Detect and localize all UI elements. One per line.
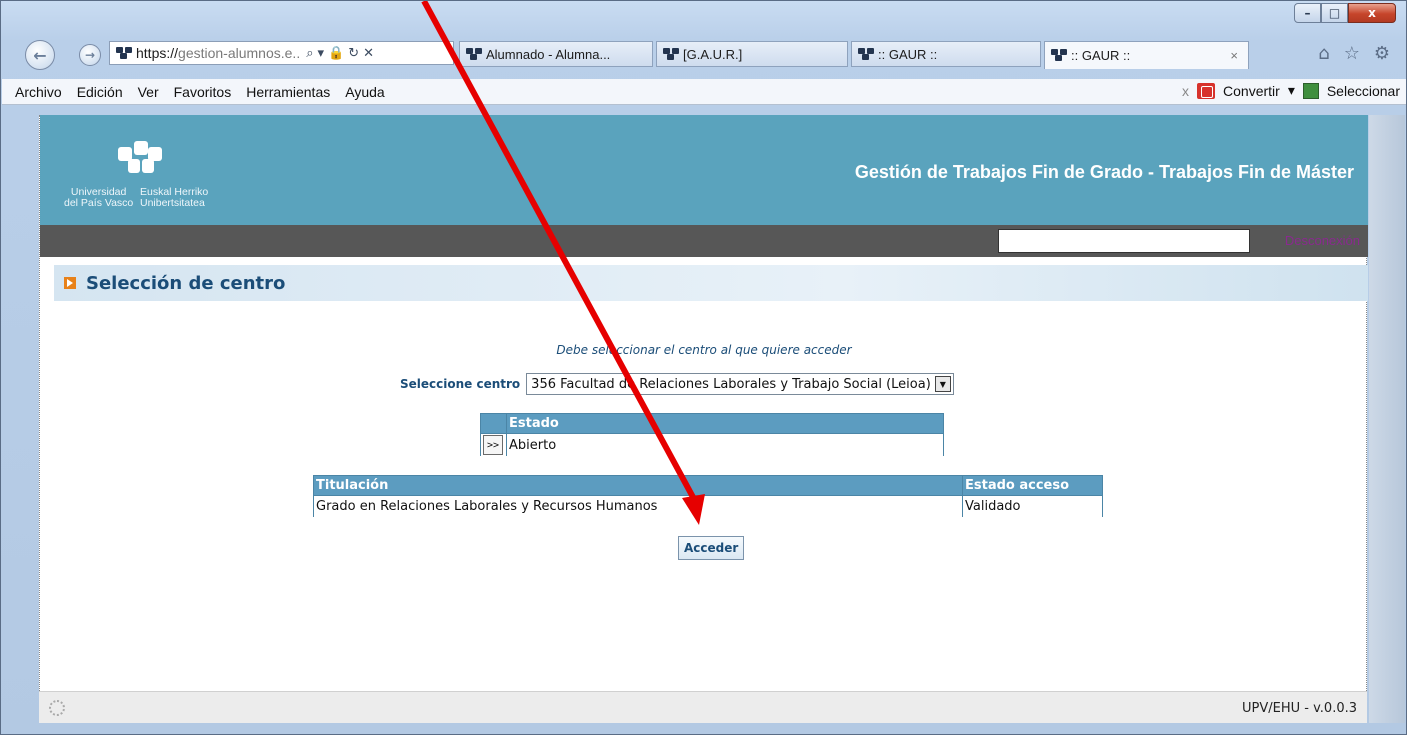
state-select-header bbox=[480, 413, 507, 434]
site-favicon-icon bbox=[116, 46, 133, 60]
window-controls: – □ x bbox=[1294, 3, 1396, 23]
address-scheme: https:// bbox=[136, 45, 179, 61]
tab-favicon-icon bbox=[663, 47, 680, 61]
menu-bar: Archivo Edición Ver Favoritos Herramient… bbox=[2, 79, 1406, 105]
tab-favicon-icon bbox=[466, 47, 483, 61]
tab-favicon-icon bbox=[1051, 49, 1068, 62]
back-arrow-icon: ← bbox=[33, 45, 47, 65]
estado-acceso-value: Validado bbox=[962, 495, 1103, 517]
tab-label: Alumnado - Alumna... bbox=[486, 46, 611, 62]
tab-gaur-brackets[interactable]: [G.A.U.R.] bbox=[656, 41, 848, 67]
back-button[interactable]: ← bbox=[25, 40, 55, 70]
maximize-button[interactable]: □ bbox=[1321, 3, 1348, 23]
menu-right-tools: x Convertir ▾ Seleccionar bbox=[1182, 82, 1400, 99]
tab-favicon-icon bbox=[858, 47, 875, 61]
section-arrow-icon bbox=[64, 277, 76, 289]
university-name-es: Universidad del País Vasco bbox=[64, 186, 134, 209]
browser-window: – □ x ← → https://gestion-alumnos.e.. ⌕▾… bbox=[0, 0, 1407, 735]
menu-edicion[interactable]: Edición bbox=[77, 84, 123, 100]
tab-label: :: GAUR :: bbox=[878, 46, 938, 62]
window-side-area bbox=[1369, 115, 1405, 723]
page-title: Gestión de Trabajos Fin de Grado - Traba… bbox=[854, 162, 1354, 182]
titulacion-header: Titulación bbox=[313, 475, 963, 496]
address-tools-icon[interactable]: ⌕▾🔒↻✕ bbox=[306, 46, 378, 61]
logout-link[interactable]: Desconexión bbox=[1285, 233, 1360, 248]
site-banner: Universidad del País Vasco Euskal Herrik… bbox=[40, 115, 1368, 225]
favorites-star-icon[interactable]: ☆ bbox=[1344, 43, 1360, 64]
tab-gaur-1[interactable]: :: GAUR :: bbox=[851, 41, 1041, 67]
menu-ayuda[interactable]: Ayuda bbox=[345, 84, 384, 100]
acceder-button[interactable]: Acceder bbox=[678, 536, 745, 560]
settings-gear-icon[interactable]: ⚙ bbox=[1374, 43, 1390, 64]
minimize-button[interactable]: – bbox=[1294, 3, 1321, 23]
user-name-field bbox=[998, 229, 1250, 253]
center-select[interactable]: 356 Facultad de Relaciones Laborales y T… bbox=[526, 373, 954, 395]
instruction-text: Debe seleccionar el centro al que quiere… bbox=[556, 343, 852, 357]
state-value: Abierto bbox=[506, 433, 944, 456]
chevron-down-icon[interactable]: ▾ bbox=[1288, 82, 1295, 99]
pdf-convert-icon bbox=[1197, 82, 1216, 99]
menu-archivo[interactable]: Archivo bbox=[15, 84, 62, 100]
state-header: Estado bbox=[506, 413, 944, 434]
close-toolbar-icon[interactable]: x bbox=[1182, 83, 1189, 99]
table-row: >> Abierto bbox=[480, 433, 944, 456]
tab-label: [G.A.U.R.] bbox=[683, 46, 743, 62]
select-button[interactable]: Seleccionar bbox=[1327, 83, 1400, 99]
university-name-eu: Euskal Herriko Unibertsitatea bbox=[140, 186, 209, 209]
section-title: Selección de centro bbox=[86, 272, 286, 294]
menu-herramientas[interactable]: Herramientas bbox=[246, 84, 330, 100]
home-icon[interactable]: ⌂ bbox=[1318, 43, 1329, 64]
tab-alumnado[interactable]: Alumnado - Alumna... bbox=[459, 41, 653, 67]
upv-ehu-logo-icon bbox=[118, 141, 162, 177]
dropdown-arrow-icon[interactable]: ▼ bbox=[934, 376, 951, 392]
close-window-button[interactable]: x bbox=[1348, 3, 1396, 23]
section-header: Selección de centro bbox=[54, 265, 1368, 301]
convert-button[interactable]: Convertir bbox=[1223, 83, 1280, 99]
state-table: Estado >> Abierto bbox=[480, 413, 944, 456]
address-host: gestion-alumnos.e.. bbox=[178, 45, 301, 61]
center-select-row: Seleccione centro 356 Facultad de Relaci… bbox=[400, 373, 954, 395]
titulacion-table: Titulación Estado acceso Grado en Relaci… bbox=[313, 475, 1103, 517]
forward-button[interactable]: → bbox=[79, 44, 101, 66]
forward-arrow-icon: → bbox=[84, 48, 96, 62]
version-label: UPV/EHU - v.0.0.3 bbox=[1242, 701, 1357, 716]
page-footer: UPV/EHU - v.0.0.3 bbox=[39, 691, 1367, 723]
center-select-value: 356 Facultad de Relaciones Laborales y T… bbox=[531, 376, 931, 392]
menu-ver[interactable]: Ver bbox=[138, 84, 159, 100]
titulacion-value: Grado en Relaciones Laborales y Recursos… bbox=[313, 495, 963, 517]
user-bar: Desconexión bbox=[40, 225, 1368, 257]
loading-spinner-icon bbox=[49, 700, 65, 716]
tab-label: :: GAUR :: bbox=[1071, 48, 1131, 63]
navigation-bar: ← → https://gestion-alumnos.e.. ⌕▾🔒↻✕ Al… bbox=[1, 29, 1406, 77]
menu-favoritos[interactable]: Favoritos bbox=[174, 84, 232, 100]
web-page: Universidad del País Vasco Euskal Herrik… bbox=[39, 115, 1368, 723]
center-select-label: Seleccione centro bbox=[400, 377, 521, 391]
toolbar-icons: ⌂ ☆ ⚙ bbox=[1318, 43, 1390, 64]
select-tool-icon bbox=[1302, 82, 1319, 99]
tab-gaur-active[interactable]: :: GAUR :: × bbox=[1044, 41, 1249, 69]
address-bar[interactable]: https://gestion-alumnos.e.. ⌕▾🔒↻✕ bbox=[109, 41, 454, 65]
estado-acceso-header: Estado acceso bbox=[962, 475, 1103, 496]
table-row: Grado en Relaciones Laborales y Recursos… bbox=[313, 495, 1103, 517]
tab-close-icon[interactable]: × bbox=[1230, 48, 1238, 63]
select-row-button[interactable]: >> bbox=[483, 435, 503, 455]
